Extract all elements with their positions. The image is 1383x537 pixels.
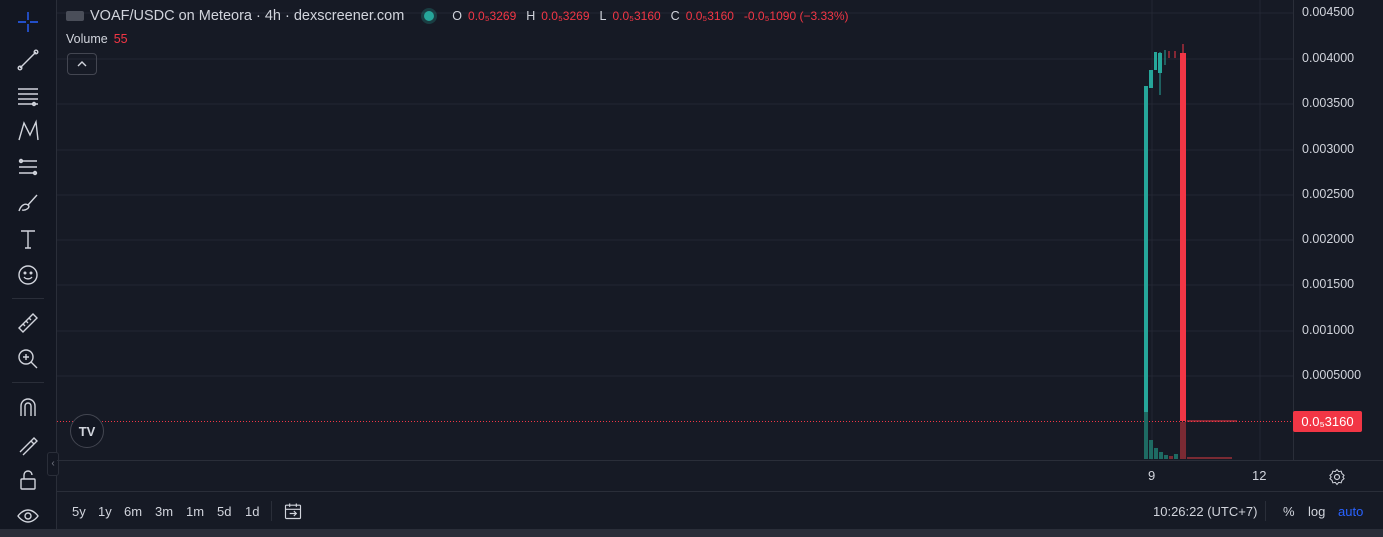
calendar-range-icon[interactable] <box>283 501 303 521</box>
ohlc-open-key: O <box>452 9 463 23</box>
time-axis[interactable]: 9 12 <box>57 460 1383 491</box>
ohlc-open-value: 0.0₅3269 <box>468 9 517 23</box>
lock-draw-icon[interactable] <box>10 428 46 460</box>
emoji-icon[interactable] <box>10 259 46 291</box>
candle <box>1180 53 1186 421</box>
symbol-logo-icon <box>66 11 84 21</box>
symbol-legend: VOAF/USDC on Meteora · 4h · dexscreener.… <box>66 8 853 24</box>
candle <box>1154 52 1157 70</box>
range-5d[interactable]: 5d <box>217 504 231 519</box>
candle <box>1149 70 1153 88</box>
candles <box>1144 44 1237 422</box>
market-status-dot-icon <box>424 11 435 21</box>
toolbar-divider <box>12 382 44 383</box>
volume-label: Volume <box>66 32 108 46</box>
chart-canvas <box>57 0 1293 460</box>
ohlc-close-value: 0.0₅3160 <box>685 9 734 23</box>
price-tick: 0.001500 <box>1302 277 1355 291</box>
eye-icon[interactable] <box>10 500 46 532</box>
settings-gear-icon[interactable] <box>1327 467 1347 487</box>
range-1m[interactable]: 1m <box>186 504 204 519</box>
tradingview-logo-icon[interactable]: TV <box>70 414 104 448</box>
time-tick: 9 <box>1148 468 1156 483</box>
crosshair-icon[interactable] <box>10 6 46 38</box>
last-price-label: 0.0₅3160 <box>1293 411 1362 432</box>
toolbar-divider <box>12 298 44 299</box>
range-1y[interactable]: 1y <box>98 504 112 519</box>
time-tick: 12 <box>1252 468 1267 483</box>
ohlc-close-key: C <box>670 9 680 23</box>
ohlc-high-value: 0.0₅3269 <box>541 9 590 23</box>
range-6m[interactable]: 6m <box>124 504 142 519</box>
ruler-icon[interactable] <box>10 307 46 339</box>
volume-bar <box>1169 456 1173 459</box>
price-tick: 0.002500 <box>1302 187 1355 201</box>
price-tick: 0.004000 <box>1302 51 1355 65</box>
auto-scale-toggle[interactable]: auto <box>1338 504 1363 519</box>
log-scale-toggle[interactable]: log <box>1308 504 1325 519</box>
price-tick: 0.002000 <box>1302 232 1355 246</box>
percent-scale-toggle[interactable]: % <box>1283 504 1295 519</box>
volume-legend: Volume 55 <box>66 32 128 46</box>
ohlc-low-key: L <box>599 9 607 23</box>
candle <box>1144 86 1148 421</box>
volume-bar <box>1149 440 1153 459</box>
brush-icon[interactable] <box>10 187 46 219</box>
horizontal-lines-icon[interactable] <box>10 80 46 112</box>
ohlc-high-key: H <box>526 9 536 23</box>
collapse-legend-button[interactable] <box>67 53 97 75</box>
price-tick: 0.003500 <box>1302 96 1355 110</box>
fib-icon[interactable] <box>10 151 46 183</box>
price-tick: 0.004500 <box>1302 5 1355 19</box>
lock-icon[interactable] <box>10 464 46 496</box>
ohlc-change: -0.0₅1090 (−3.33%) <box>743 9 849 23</box>
toolbar-divider <box>271 501 272 521</box>
text-icon[interactable] <box>10 223 46 255</box>
price-tick: 0.0005000 <box>1302 368 1362 382</box>
chevron-up-icon <box>77 61 87 67</box>
chart-pane[interactable] <box>57 0 1293 460</box>
trend-line-icon[interactable] <box>10 44 46 76</box>
price-tick: 0.001000 <box>1302 323 1355 337</box>
volume-bar <box>1144 412 1148 459</box>
volume-bar <box>1154 448 1158 459</box>
pattern-icon[interactable] <box>10 115 46 147</box>
volume-bars <box>1144 412 1232 459</box>
bottom-toolbar: 5y 1y 6m 3m 1m 5d 1d 10:26:22 (UTC+7) % … <box>57 491 1383 530</box>
range-3m[interactable]: 3m <box>155 504 173 519</box>
price-tick: 0.003000 <box>1302 142 1355 156</box>
range-5y[interactable]: 5y <box>72 504 86 519</box>
volume-value: 55 <box>113 32 128 46</box>
magnet-icon[interactable] <box>10 392 46 424</box>
volume-bar <box>1159 452 1163 459</box>
volume-bar <box>1164 455 1168 459</box>
volume-bar <box>1187 457 1232 459</box>
ohlc-low-value: 0.0₅3160 <box>612 9 661 23</box>
toolbar-divider <box>1265 501 1266 521</box>
panel-resize-handle[interactable] <box>0 529 1383 537</box>
volume-bar <box>1174 454 1178 459</box>
range-1d[interactable]: 1d <box>245 504 259 519</box>
candle <box>1158 53 1162 73</box>
zoom-in-icon[interactable] <box>10 343 46 375</box>
price-axis[interactable]: 0.004500 0.004000 0.003500 0.003000 0.00… <box>1293 0 1383 460</box>
symbol-title[interactable]: VOAF/USDC on Meteora · 4h · dexscreener.… <box>90 8 404 24</box>
volume-bar <box>1180 422 1186 459</box>
clock-timezone[interactable]: 10:26:22 (UTC+7) <box>1153 504 1257 519</box>
